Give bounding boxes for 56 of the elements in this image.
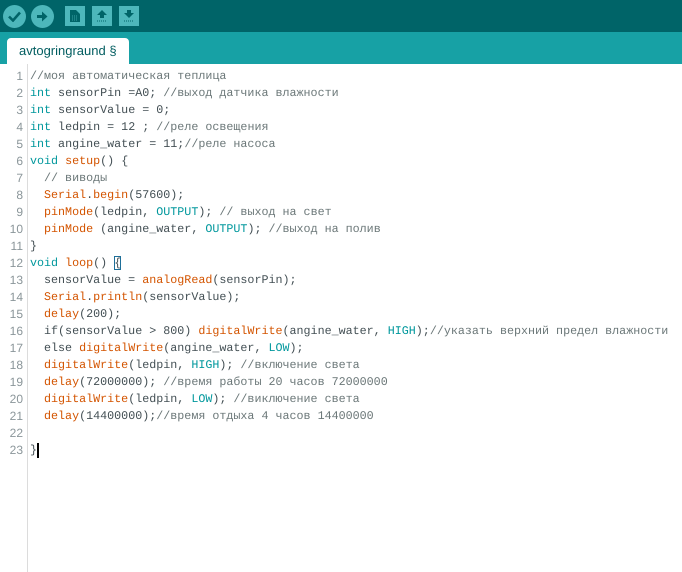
code-line: } bbox=[30, 239, 38, 254]
code-line: pinMode(ledpin, OUTPUT); // выход на свет bbox=[43, 205, 332, 220]
code-line: void loop() { bbox=[30, 256, 122, 271]
code-line: // виводы bbox=[43, 171, 108, 186]
arrow-down-icon bbox=[123, 10, 135, 22]
code-line: digitalWrite(ledpin, HIGH); //включение света bbox=[43, 358, 360, 373]
line-number: 9 bbox=[16, 204, 23, 221]
code-line: pinMode (angine_water, OUTPUT); //выход на полив bbox=[43, 222, 381, 237]
code-line: } bbox=[30, 443, 38, 458]
code-line: else digitalWrite(angine_water, LOW); bbox=[43, 341, 304, 356]
line-number: 21 bbox=[10, 408, 23, 425]
code-line: //моя автоматическая теплица bbox=[30, 69, 226, 84]
checkmark-icon bbox=[8, 10, 21, 22]
save-button[interactable] bbox=[119, 6, 139, 26]
arrow-up-icon bbox=[96, 10, 108, 22]
new-button[interactable] bbox=[65, 6, 85, 26]
line-number: 15 bbox=[10, 306, 23, 323]
code-line: delay(14400000);//время отдыха 4 часов 14400000 bbox=[43, 409, 374, 424]
code-line: int sensorValue = 0; bbox=[30, 103, 170, 118]
code-line: int sensorPin =A0; //выход датчика влажности bbox=[30, 86, 339, 101]
line-number: 5 bbox=[16, 136, 23, 153]
code-line: sensorValue = analogRead(sensorPin); bbox=[43, 273, 297, 288]
line-number: 20 bbox=[10, 391, 23, 408]
code-line: void setup() { bbox=[30, 154, 128, 169]
line-number: 23 bbox=[10, 442, 23, 459]
code-line: delay(72000000); //время работы 20 часов 72000000 bbox=[43, 375, 388, 390]
line-number: 12 bbox=[10, 255, 23, 272]
line-number: 13 bbox=[10, 272, 23, 289]
line-number: 10 bbox=[10, 221, 23, 238]
line-number: 18 bbox=[10, 357, 23, 374]
line-number: 22 bbox=[10, 425, 23, 442]
code-line: int ledpin = 12 ; //реле освещения bbox=[30, 120, 268, 135]
document-icon bbox=[70, 10, 80, 22]
line-number: 19 bbox=[10, 374, 23, 391]
line-number: 7 bbox=[16, 170, 23, 187]
line-number: 4 bbox=[16, 119, 23, 136]
line-number: 6 bbox=[16, 153, 23, 170]
file-tab[interactable]: avtogringraund § bbox=[7, 38, 129, 64]
code-line: int angine_water = 11;//реле насоса bbox=[30, 137, 276, 152]
arrow-right-icon bbox=[37, 10, 48, 22]
line-number: 11 bbox=[10, 238, 23, 255]
code-line: delay(200); bbox=[43, 307, 122, 322]
verify-button[interactable] bbox=[3, 4, 26, 28]
code-line: digitalWrite(ledpin, LOW); //виключение света bbox=[43, 392, 360, 407]
upload-button[interactable] bbox=[31, 4, 54, 28]
line-number: 14 bbox=[10, 289, 23, 306]
line-number: 16 bbox=[10, 323, 23, 340]
line-number: 17 bbox=[10, 340, 23, 357]
code-line: if(sensorValue > 800) digitalWrite(angine_water, HIGH);//указать верхний предел влажности bbox=[43, 324, 668, 339]
line-number: 3 bbox=[16, 102, 23, 119]
line-number: 1 bbox=[16, 68, 23, 85]
code-line: Serial.println(sensorValue); bbox=[43, 290, 240, 305]
code-line: Serial.begin(57600); bbox=[43, 188, 184, 203]
line-number: 8 bbox=[16, 187, 23, 204]
open-button[interactable] bbox=[92, 6, 112, 26]
line-number: 2 bbox=[16, 85, 23, 102]
